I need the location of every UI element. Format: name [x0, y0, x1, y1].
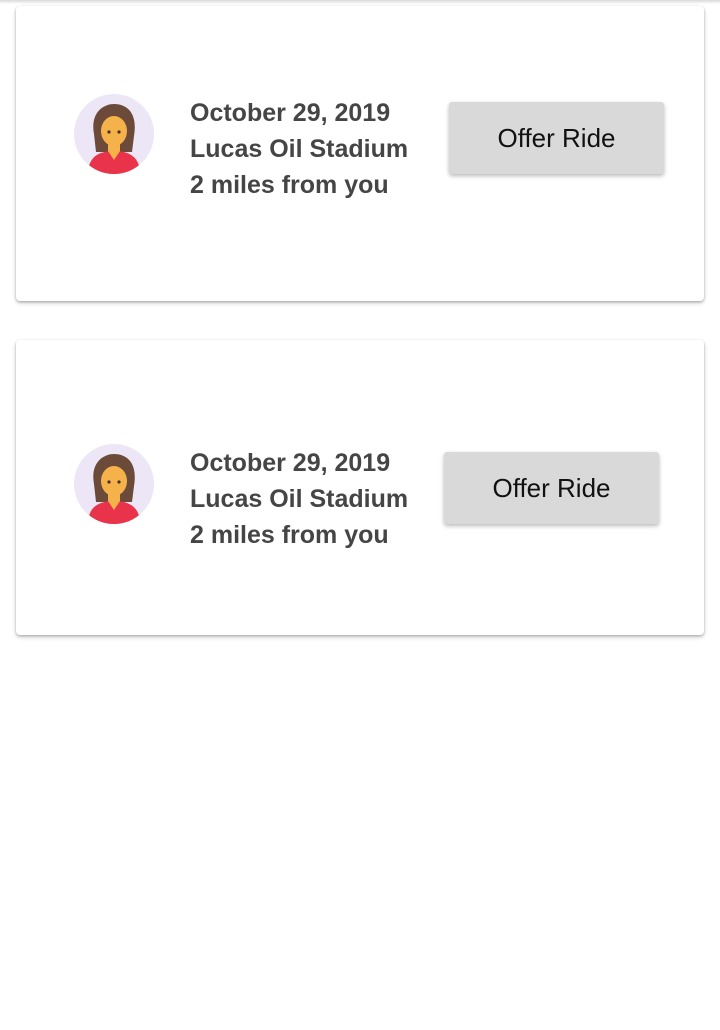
- woman-avatar-icon: [74, 94, 154, 174]
- ride-distance: 2 miles from you: [190, 171, 389, 199]
- ride-venue: Lucas Oil Stadium: [190, 135, 409, 163]
- ride-distance: 2 miles from you: [190, 521, 389, 549]
- ride-card: October 29, 2019 Lucas Oil Stadium 2 mil…: [16, 6, 704, 301]
- ride-card: October 29, 2019 Lucas Oil Stadium 2 mil…: [16, 340, 704, 635]
- woman-avatar-icon: [74, 444, 154, 524]
- ride-info: October 29, 2019 Lucas Oil Stadium 2 mil…: [190, 445, 408, 553]
- offer-ride-button[interactable]: Offer Ride: [444, 452, 659, 524]
- top-divider: [0, 0, 720, 4]
- ride-list-page: October 29, 2019 Lucas Oil Stadium 2 mil…: [0, 0, 720, 1030]
- ride-date: October 29, 2019: [190, 449, 391, 477]
- offer-ride-button[interactable]: Offer Ride: [449, 102, 664, 174]
- ride-venue: Lucas Oil Stadium: [190, 485, 409, 513]
- ride-info: October 29, 2019 Lucas Oil Stadium 2 mil…: [190, 95, 408, 203]
- ride-date: October 29, 2019: [190, 99, 391, 127]
